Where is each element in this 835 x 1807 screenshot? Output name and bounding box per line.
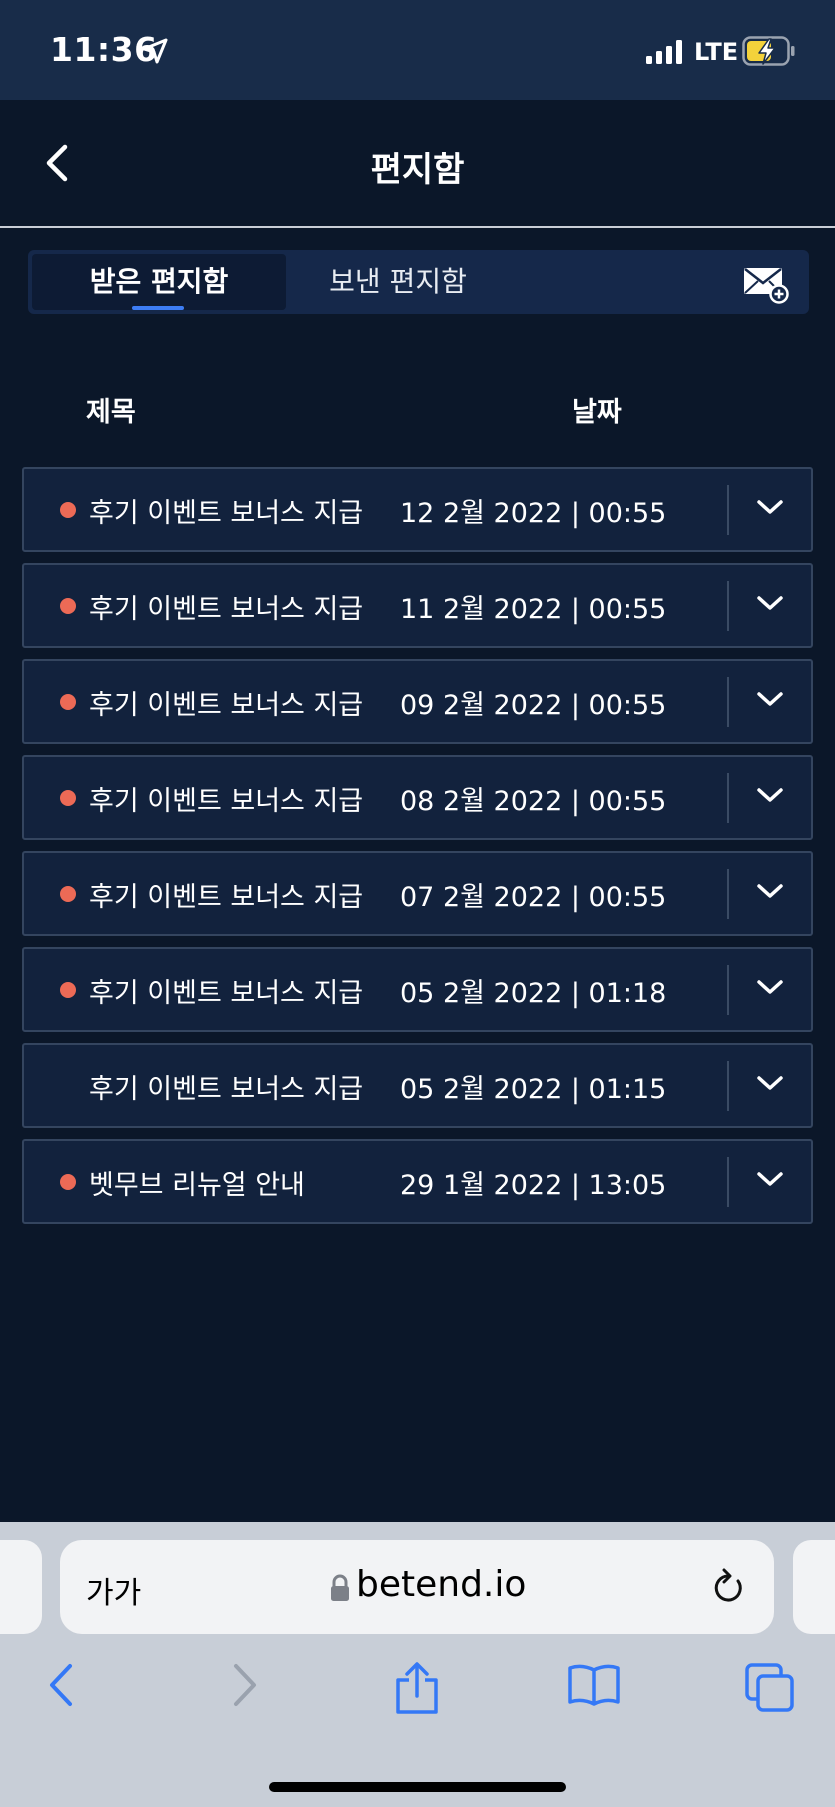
message-date: 09 2월 2022 | 00:55 bbox=[400, 690, 667, 721]
unread-dot bbox=[60, 694, 76, 710]
message-date: 11 2월 2022 | 00:55 bbox=[400, 594, 667, 625]
message-date: 07 2월 2022 | 00:55 bbox=[400, 882, 667, 913]
message-subject: 후기 이벤트 보너스 지급 bbox=[89, 978, 364, 1009]
tab-inbox-label: 받은 편지함 bbox=[89, 265, 229, 298]
chevron-down-icon[interactable] bbox=[755, 882, 785, 902]
location-arrow-icon bbox=[142, 38, 168, 64]
previous-tab-preview[interactable] bbox=[0, 1540, 42, 1634]
column-header-subject: 제목 bbox=[86, 397, 136, 428]
home-indicator bbox=[269, 1782, 566, 1792]
message-subject: 벳무브 리뉴얼 안내 bbox=[89, 1170, 305, 1201]
row-divider bbox=[727, 869, 729, 919]
chevron-down-icon[interactable] bbox=[755, 786, 785, 806]
page-title: 편지함 bbox=[370, 150, 465, 190]
message-row[interactable]: 후기 이벤트 보너스 지급 07 2월 2022 | 00:55 bbox=[22, 851, 813, 936]
tab-sent-label: 보낸 편지함 bbox=[329, 265, 467, 298]
status-bar: 11:36 LTE bbox=[0, 0, 835, 100]
signal-bars-icon bbox=[646, 40, 682, 64]
active-tab-indicator bbox=[132, 306, 184, 310]
row-divider bbox=[727, 965, 729, 1015]
message-subject: 후기 이벤트 보너스 지급 bbox=[89, 594, 364, 625]
message-date: 05 2월 2022 | 01:18 bbox=[400, 978, 667, 1009]
mailbox-tabs: 받은 편지함 보낸 편지함 bbox=[28, 250, 809, 314]
message-subject: 후기 이벤트 보너스 지급 bbox=[89, 1074, 364, 1105]
chevron-down-icon[interactable] bbox=[755, 690, 785, 710]
share-icon[interactable] bbox=[394, 1662, 440, 1716]
message-row[interactable]: 후기 이벤트 보너스 지급 05 2월 2022 | 01:18 bbox=[22, 947, 813, 1032]
unread-dot bbox=[60, 502, 76, 518]
row-divider bbox=[727, 677, 729, 727]
forward-arrow-icon[interactable] bbox=[228, 1662, 260, 1708]
envelope-plus-icon[interactable] bbox=[742, 264, 790, 304]
message-date: 08 2월 2022 | 00:55 bbox=[400, 786, 667, 817]
message-subject: 후기 이벤트 보너스 지급 bbox=[89, 498, 364, 529]
next-tab-preview[interactable] bbox=[793, 1540, 835, 1634]
address-bar[interactable]: 가가 betend.io bbox=[60, 1540, 774, 1634]
chevron-down-icon[interactable] bbox=[755, 498, 785, 518]
lock-icon bbox=[331, 1574, 349, 1601]
chevron-down-icon[interactable] bbox=[755, 1170, 785, 1190]
column-header-date: 날짜 bbox=[572, 397, 622, 428]
chevron-down-icon[interactable] bbox=[755, 594, 785, 614]
row-divider bbox=[727, 1157, 729, 1207]
message-date: 05 2월 2022 | 01:15 bbox=[400, 1074, 667, 1105]
unread-dot bbox=[60, 886, 76, 902]
row-divider bbox=[727, 485, 729, 535]
back-arrow-icon[interactable] bbox=[46, 1662, 78, 1708]
unread-dot bbox=[60, 598, 76, 614]
text-size-button[interactable]: 가가 bbox=[86, 1568, 141, 1612]
url-text: betend.io bbox=[356, 1564, 527, 1605]
message-subject: 후기 이벤트 보너스 지급 bbox=[89, 786, 364, 817]
page-header: 편지함 bbox=[0, 100, 835, 228]
row-divider bbox=[727, 1061, 729, 1111]
chevron-down-icon[interactable] bbox=[755, 1074, 785, 1094]
message-row[interactable]: 후기 이벤트 보너스 지급 12 2월 2022 | 00:55 bbox=[22, 467, 813, 552]
browser-toolbar: 가가 betend.io bbox=[0, 1522, 835, 1807]
message-row[interactable]: 후기 이벤트 보너스 지급 08 2월 2022 | 00:55 bbox=[22, 755, 813, 840]
chevron-down-icon[interactable] bbox=[755, 978, 785, 998]
unread-dot bbox=[60, 982, 76, 998]
message-row[interactable]: 후기 이벤트 보너스 지급 11 2월 2022 | 00:55 bbox=[22, 563, 813, 648]
tabs-icon[interactable] bbox=[744, 1662, 796, 1714]
network-type: LTE bbox=[694, 38, 739, 66]
row-divider bbox=[727, 773, 729, 823]
message-date: 12 2월 2022 | 00:55 bbox=[400, 498, 667, 529]
unread-dot bbox=[60, 790, 76, 806]
bookmarks-icon[interactable] bbox=[566, 1662, 622, 1708]
message-subject: 후기 이벤트 보너스 지급 bbox=[89, 690, 364, 721]
tab-sent[interactable]: 보낸 편지함 bbox=[298, 254, 498, 310]
tab-inbox[interactable]: 받은 편지함 bbox=[32, 254, 286, 310]
battery-charging-icon bbox=[742, 36, 795, 66]
message-row[interactable]: 후기 이벤트 보너스 지급 05 2월 2022 | 01:15 bbox=[22, 1043, 813, 1128]
row-divider bbox=[727, 581, 729, 631]
message-subject: 후기 이벤트 보너스 지급 bbox=[89, 882, 364, 913]
message-row[interactable]: 후기 이벤트 보너스 지급 09 2월 2022 | 00:55 bbox=[22, 659, 813, 744]
reload-icon[interactable] bbox=[710, 1568, 746, 1606]
message-date: 29 1월 2022 | 13:05 bbox=[400, 1170, 667, 1201]
message-row[interactable]: 벳무브 리뉴얼 안내 29 1월 2022 | 13:05 bbox=[22, 1139, 813, 1224]
unread-dot bbox=[60, 1174, 76, 1190]
